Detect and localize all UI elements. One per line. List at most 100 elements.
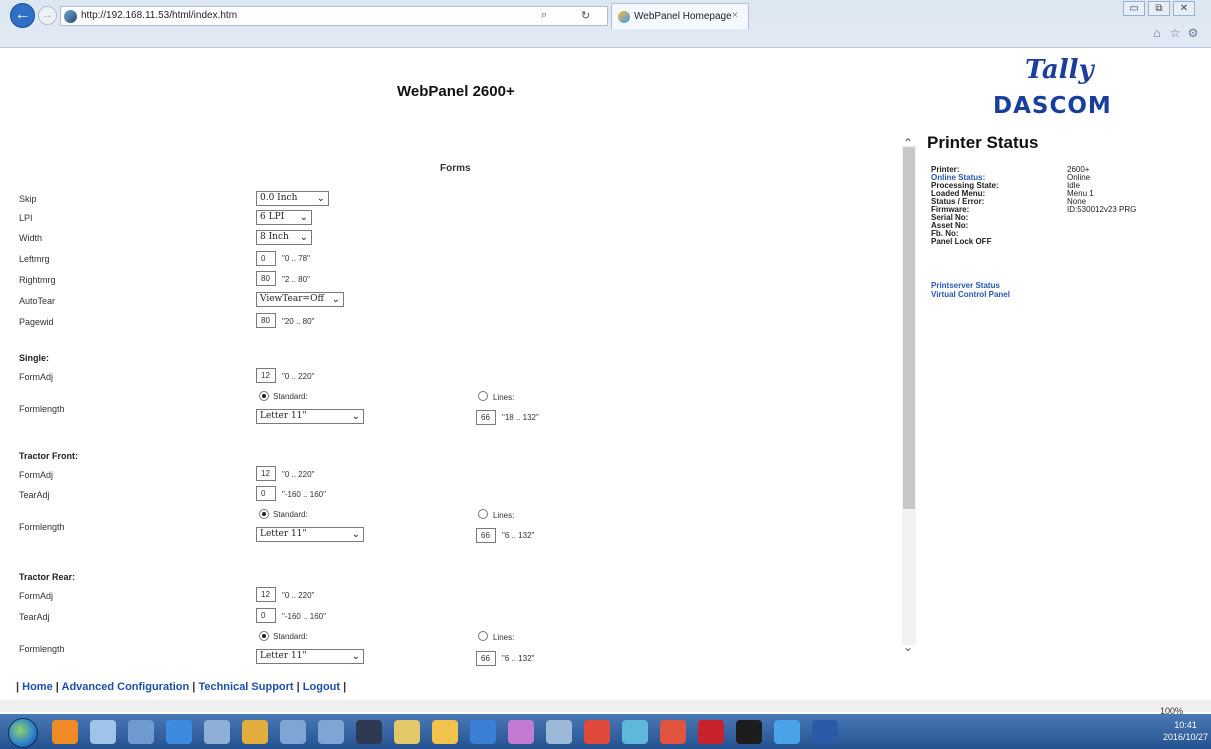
logout-link[interactable]: Logout bbox=[303, 681, 340, 693]
scroll-down-icon[interactable]: ⌄ bbox=[903, 640, 913, 654]
front-standard-select[interactable]: Letter 11" ⌄ bbox=[256, 527, 364, 542]
home-link[interactable]: Home bbox=[22, 681, 53, 693]
terminal-taskbar-icon[interactable] bbox=[736, 720, 762, 744]
internet-explorer-taskbar-icon[interactable] bbox=[774, 720, 800, 744]
front-tearadj-input[interactable]: 0 bbox=[256, 486, 276, 501]
technical-support-link[interactable]: Technical Support bbox=[198, 681, 293, 693]
maximize-button[interactable]: ⧉ bbox=[1148, 1, 1170, 16]
clock-date: 2016/10/27 bbox=[1163, 732, 1209, 742]
chevron-down-icon: ⌄ bbox=[299, 232, 308, 243]
advanced-configuration-link[interactable]: Advanced Configuration bbox=[62, 681, 190, 693]
chevron-down-icon: ⌄ bbox=[299, 212, 308, 223]
front-standard-radio[interactable] bbox=[259, 509, 269, 519]
chevron-down-icon: ⌄ bbox=[351, 651, 360, 662]
forward-arrow-icon[interactable]: → bbox=[38, 6, 57, 25]
app-taskbar-icon[interactable] bbox=[356, 720, 382, 744]
width-select[interactable]: 8 Inch ⌄ bbox=[256, 230, 312, 245]
app-taskbar-icon[interactable] bbox=[660, 720, 686, 744]
status-scrollbar-thumb[interactable] bbox=[903, 147, 915, 509]
rear-lines-radio[interactable] bbox=[478, 631, 488, 641]
leftmrg-range: "0 .. 78" bbox=[282, 254, 310, 263]
gear-taskbar-icon[interactable] bbox=[318, 720, 344, 744]
skip-select-value: 0.0 Inch bbox=[260, 193, 298, 203]
tab-close-icon[interactable]: × bbox=[732, 10, 738, 21]
clock-time: 10:41 bbox=[1174, 720, 1197, 730]
minimize-button[interactable]: ▭ bbox=[1123, 1, 1145, 16]
width-label: Width bbox=[19, 233, 43, 243]
back-arrow-icon[interactable]: ← bbox=[10, 3, 35, 28]
app-taskbar-icon[interactable] bbox=[128, 720, 154, 744]
pdf-taskbar-icon[interactable] bbox=[698, 720, 724, 744]
lpi-select[interactable]: 6 LPI ⌄ bbox=[256, 210, 312, 225]
tab-title[interactable]: WebPanel Homepage bbox=[634, 11, 732, 22]
footer-separator: | bbox=[296, 681, 300, 693]
front-formadj-input[interactable]: 12 bbox=[256, 466, 276, 481]
front-tearadj-range: "-160 .. 160" bbox=[282, 490, 326, 499]
gear-taskbar-icon[interactable] bbox=[280, 720, 306, 744]
autotear-select[interactable]: ViewTear=Off ⌄ bbox=[256, 292, 344, 307]
app-taskbar-icon[interactable] bbox=[166, 720, 192, 744]
start-button-icon[interactable] bbox=[8, 718, 38, 748]
app-taskbar-icon[interactable] bbox=[204, 720, 230, 744]
rear-standard-radio[interactable] bbox=[259, 631, 269, 641]
rear-formadj-input[interactable]: 12 bbox=[256, 587, 276, 602]
scroll-up-icon[interactable]: ⌃ bbox=[903, 136, 913, 150]
page-title: WebPanel 2600+ bbox=[397, 83, 515, 100]
app-taskbar-icon[interactable] bbox=[546, 720, 572, 744]
footer-nav: | Home | Advanced Configuration | Techni… bbox=[16, 681, 346, 693]
single-standard-radio[interactable] bbox=[259, 391, 269, 401]
rightmrg-input[interactable]: 80 bbox=[256, 271, 276, 286]
front-tearadj-label: TearAdj bbox=[19, 490, 50, 500]
single-lines-label: Lines: bbox=[493, 393, 515, 402]
explorer-taskbar-icon[interactable] bbox=[90, 720, 116, 744]
chevron-down-icon: ⌄ bbox=[331, 294, 340, 305]
single-standard-label: Standard: bbox=[273, 392, 308, 401]
address-bar[interactable]: http://192.168.11.53/html/index.htm ⌕ ↻ bbox=[60, 6, 608, 26]
rear-formadj-range: "0 .. 220" bbox=[282, 591, 315, 600]
home-icon[interactable]: ⌂ bbox=[1150, 26, 1164, 40]
app-taskbar-icon[interactable] bbox=[470, 720, 496, 744]
app-taskbar-icon[interactable] bbox=[584, 720, 610, 744]
rear-tearadj-input[interactable]: 0 bbox=[256, 608, 276, 623]
virtual-control-panel-link[interactable]: Virtual Control Panel bbox=[931, 290, 1010, 299]
front-lines-input[interactable]: 66 bbox=[476, 528, 496, 543]
single-lines-input[interactable]: 66 bbox=[476, 410, 496, 425]
single-formadj-input[interactable]: 12 bbox=[256, 368, 276, 383]
single-standard-select-value: Letter 11" bbox=[260, 411, 307, 421]
app-taskbar-icon[interactable] bbox=[242, 720, 268, 744]
refresh-icon[interactable]: ↻ bbox=[581, 9, 590, 22]
printer-status-title: Printer Status bbox=[927, 133, 1039, 152]
pagewid-input[interactable]: 80 bbox=[256, 313, 276, 328]
section-title: Forms bbox=[440, 163, 471, 174]
front-lines-radio[interactable] bbox=[478, 509, 488, 519]
app-taskbar-icon[interactable] bbox=[622, 720, 648, 744]
settings-gear-icon[interactable]: ⚙ bbox=[1186, 26, 1200, 40]
system-clock[interactable]: 10:41 2016/10/27 bbox=[1163, 719, 1208, 743]
rear-standard-select[interactable]: Letter 11" ⌄ bbox=[256, 649, 364, 664]
tally-logo-text: Tally bbox=[1025, 55, 1094, 85]
single-standard-select[interactable]: Letter 11" ⌄ bbox=[256, 409, 364, 424]
front-standard-label: Standard: bbox=[273, 510, 308, 519]
footer-separator: | bbox=[55, 681, 59, 693]
leftmrg-label: Leftmrg bbox=[19, 254, 50, 264]
chevron-down-icon: ⌄ bbox=[316, 193, 325, 204]
firefox-taskbar-icon[interactable] bbox=[52, 720, 78, 744]
app-taskbar-icon[interactable] bbox=[508, 720, 534, 744]
single-lines-radio[interactable] bbox=[478, 391, 488, 401]
browser-tab[interactable]: WebPanel Homepage × bbox=[611, 3, 749, 29]
pagewid-range: "20 .. 80" bbox=[282, 317, 315, 326]
rear-tearadj-range: "-160 .. 160" bbox=[282, 612, 326, 621]
favorites-star-icon[interactable]: ☆ bbox=[1168, 26, 1182, 40]
skip-select[interactable]: 0.0 Inch ⌄ bbox=[256, 191, 329, 206]
search-icon[interactable]: ⌕ bbox=[541, 9, 547, 22]
leftmrg-input[interactable]: 0 bbox=[256, 251, 276, 266]
folder-taskbar-icon[interactable] bbox=[394, 720, 420, 744]
url-text[interactable]: http://192.168.11.53/html/index.htm bbox=[81, 10, 237, 21]
word-taskbar-icon[interactable] bbox=[812, 720, 838, 744]
close-window-button[interactable]: ✕ bbox=[1173, 1, 1195, 16]
footer-separator: | bbox=[343, 681, 347, 693]
app-taskbar-icon[interactable] bbox=[432, 720, 458, 744]
rear-lines-input[interactable]: 66 bbox=[476, 651, 496, 666]
width-select-value: 8 Inch bbox=[260, 232, 289, 242]
printserver-status-link[interactable]: Printserver Status bbox=[931, 281, 1000, 290]
